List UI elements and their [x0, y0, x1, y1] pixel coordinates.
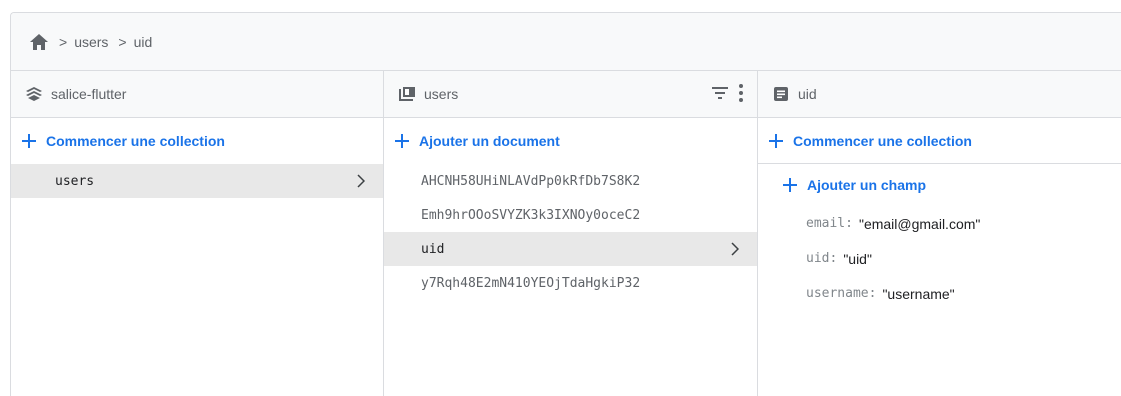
plus-icon: [394, 133, 410, 149]
plus-icon: [782, 177, 798, 193]
field-value: "uid": [843, 250, 872, 267]
document-title: uid: [798, 86, 817, 102]
home-icon[interactable]: [29, 33, 49, 51]
collection-item-users[interactable]: users: [11, 164, 383, 198]
breadcrumb-users[interactable]: users: [74, 34, 108, 50]
chevron-right-icon: [357, 174, 366, 192]
field-uid[interactable]: uid: "uid": [758, 241, 1121, 276]
chevron-right-icon: >: [118, 33, 127, 50]
collection-panel-header: users: [384, 71, 757, 118]
add-document-button[interactable]: Ajouter un document: [384, 118, 757, 164]
start-subcollection-label: Commencer une collection: [793, 132, 972, 149]
project-title: salice-flutter: [51, 86, 127, 102]
field-key: uid: [806, 251, 830, 266]
document-id: Emh9hrOOoSVYZK3k3IXNOy0oceC2: [421, 207, 641, 223]
collection-icon: [398, 85, 416, 103]
document-id: AHCNH58UHiNLAVdPp0kRfDb7S8K2: [421, 173, 641, 189]
start-collection-button[interactable]: Commencer une collection: [11, 118, 383, 164]
chevron-right-icon: >: [59, 33, 68, 50]
project-panel: salice-flutter Commencer une collection …: [11, 71, 384, 396]
filter-icon[interactable]: [711, 86, 729, 103]
plus-icon: [21, 133, 37, 149]
document-item[interactable]: y7Rqh48E2mN410YEOjTdaHgkiP32: [384, 266, 757, 300]
document-item[interactable]: Emh9hrOOoSVYZK3k3IXNOy0oceC2: [384, 198, 757, 232]
field-key: email: [806, 216, 846, 231]
chevron-right-icon: [731, 242, 740, 260]
field-colon: :: [868, 286, 877, 301]
field-colon: :: [845, 216, 853, 231]
field-value: "email@gmail.com": [858, 215, 981, 232]
document-panel: uid Commencer une collection Ajouter un …: [758, 71, 1121, 396]
start-collection-label: Commencer une collection: [46, 133, 225, 149]
field-value: "username": [882, 285, 955, 302]
plus-icon: [768, 133, 784, 149]
document-panel-header: uid: [758, 71, 1121, 118]
document-id: uid: [421, 241, 445, 257]
add-field-button[interactable]: Ajouter un champ: [758, 164, 1121, 206]
document-icon: [772, 85, 790, 103]
breadcrumb-uid[interactable]: uid: [134, 34, 153, 50]
panels: salice-flutter Commencer une collection …: [11, 71, 1121, 396]
firestore-icon: [25, 85, 43, 103]
document-item-selected[interactable]: uid: [384, 232, 757, 266]
start-subcollection-button[interactable]: Commencer une collection: [758, 118, 1121, 164]
add-document-label: Ajouter un document: [419, 133, 560, 149]
field-email[interactable]: email: "email@gmail.com": [758, 206, 1121, 241]
collection-title: users: [424, 86, 459, 102]
project-panel-header: salice-flutter: [11, 71, 383, 118]
collection-actions: [711, 84, 743, 105]
add-field-label: Ajouter un champ: [807, 177, 927, 193]
field-colon: :: [829, 251, 838, 266]
document-item[interactable]: AHCNH58UHiNLAVdPp0kRfDb7S8K2: [384, 164, 757, 198]
field-username[interactable]: username: "username": [758, 276, 1121, 311]
firestore-data-viewer: > users > uid salice-flutter Commencer u…: [10, 12, 1121, 396]
more-vert-icon[interactable]: [739, 84, 743, 105]
breadcrumb: > users > uid: [11, 13, 1121, 71]
collection-panel: users Ajouter un document AHCNH58UHiNLAV…: [384, 71, 758, 396]
document-id: y7Rqh48E2mN410YEOjTdaHgkiP32: [421, 275, 641, 291]
collection-item-label: users: [55, 173, 95, 189]
field-key: username: [806, 286, 869, 301]
